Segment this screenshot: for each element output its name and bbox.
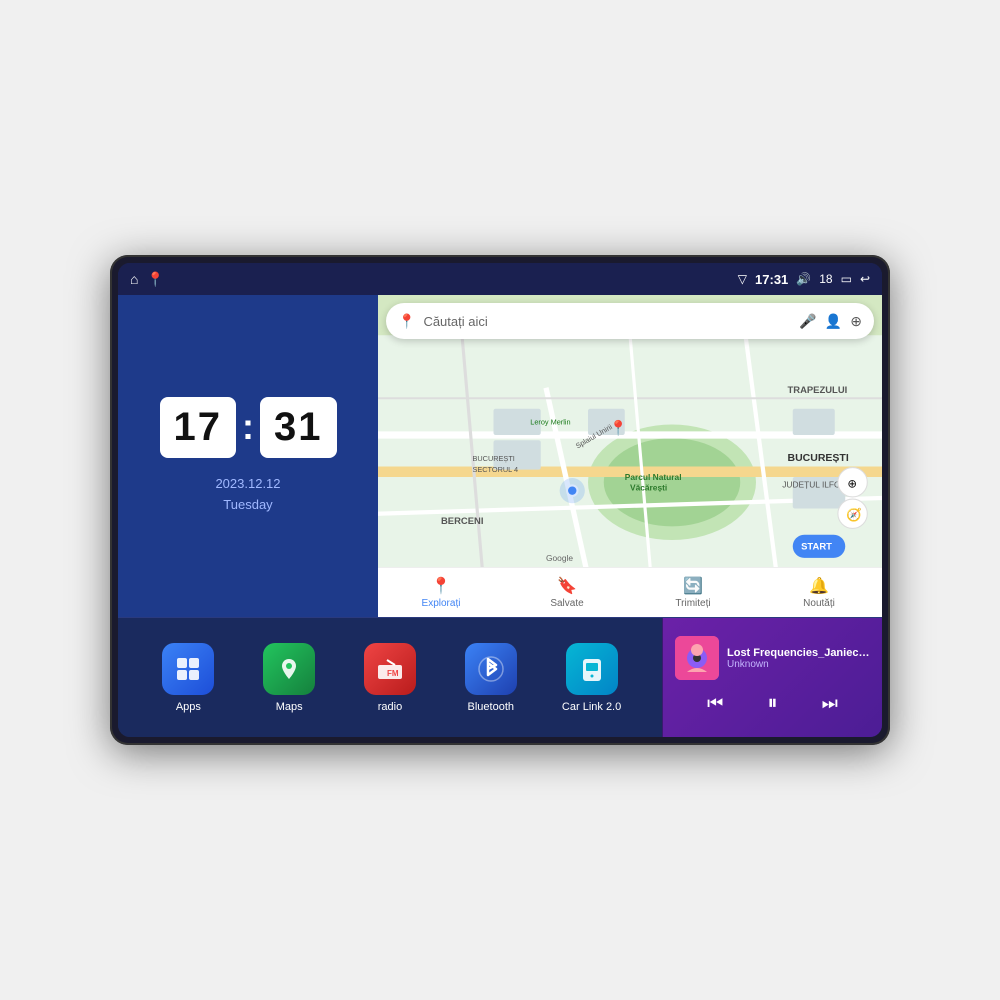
app-item-apps[interactable]: Apps [153, 643, 223, 713]
share-icon: 🔄 [683, 576, 703, 596]
saved-label: Salvate [550, 598, 583, 609]
map-nav-explore[interactable]: 📍 Explorați [378, 576, 504, 609]
app-item-radio[interactable]: FM radio [355, 643, 425, 713]
explore-icon: 📍 [431, 576, 451, 596]
map-nav-news[interactable]: 🔔 Noutăți [756, 576, 882, 609]
svg-text:Parcul Natural: Parcul Natural [625, 472, 682, 482]
share-label: Trimiteți [675, 598, 710, 609]
clock-minutes: 31 [260, 397, 337, 458]
svg-text:BUCUREȘTI: BUCUREȘTI [788, 452, 849, 464]
carlink-label: Car Link 2.0 [562, 701, 621, 713]
svg-text:BERCENI: BERCENI [441, 516, 483, 527]
bluetooth-label: Bluetooth [468, 701, 514, 713]
news-icon: 🔔 [809, 576, 829, 596]
maps-icon [263, 643, 315, 695]
prev-button[interactable]: ⏮ [699, 689, 731, 718]
play-pause-button[interactable]: ⏸ [759, 688, 785, 719]
car-display-device: ⌂ 📍 ▽ 17:31 🔊 18 ▭ ↩ 17 : [110, 255, 890, 745]
status-bar: ⌂ 📍 ▽ 17:31 🔊 18 ▭ ↩ [118, 263, 882, 295]
battery-icon: ▭ [841, 272, 852, 286]
svg-text:Văcărești: Văcărești [630, 483, 667, 493]
volume-icon: 🔊 [796, 272, 811, 286]
clock-hours: 17 [160, 397, 237, 458]
map-search-bar[interactable]: 📍 Căutați aici 🎤 👤 ⊕ [386, 303, 874, 339]
news-label: Noutăți [803, 598, 835, 609]
map-search-actions: 🎤 👤 ⊕ [799, 313, 862, 330]
saved-icon: 🔖 [557, 576, 577, 596]
bottom-section: Apps Maps [118, 617, 882, 737]
status-right-info: ▽ 17:31 🔊 18 ▭ ↩ [738, 272, 870, 287]
app-item-bluetooth[interactable]: Bluetooth [456, 643, 526, 713]
album-art [675, 636, 719, 680]
apps-icon [162, 643, 214, 695]
maps-label: Maps [276, 701, 303, 713]
svg-text:⊕: ⊕ [847, 479, 857, 491]
music-text: Lost Frequencies_Janieck Devy-... Unknow… [727, 647, 870, 670]
map-nav-saved[interactable]: 🔖 Salvate [504, 576, 630, 609]
map-pin-icon: 📍 [398, 313, 415, 330]
svg-text:Google: Google [546, 553, 573, 563]
svg-text:SECTORUL 4: SECTORUL 4 [473, 465, 519, 474]
status-left-icons: ⌂ 📍 [130, 271, 164, 288]
main-content: 17 : 31 2023.12.12 Tuesday [118, 295, 882, 737]
battery-level: 18 [819, 272, 832, 286]
svg-text:START: START [801, 541, 832, 552]
clock-widget: 17 : 31 2023.12.12 Tuesday [118, 295, 378, 617]
svg-text:🧭: 🧭 [846, 507, 862, 522]
screen: ⌂ 📍 ▽ 17:31 🔊 18 ▭ ↩ 17 : [118, 263, 882, 737]
map-search-placeholder: Căutați aici [423, 314, 791, 329]
apps-label: Apps [176, 701, 201, 713]
music-title: Lost Frequencies_Janieck Devy-... [727, 647, 870, 659]
back-icon[interactable]: ↩ [860, 272, 870, 286]
explore-label: Explorați [422, 598, 461, 609]
music-controls: ⏮ ⏸ ⏭ [675, 688, 870, 719]
status-time: 17:31 [755, 272, 788, 287]
map-widget: TRAPEZULUI BUCUREȘTI JUDEȚUL ILFOV BERCE… [378, 295, 882, 617]
maps-status-icon[interactable]: 📍 [146, 271, 163, 288]
map-nav-share[interactable]: 🔄 Trimiteți [630, 576, 756, 609]
signal-icon: ▽ [738, 272, 747, 286]
clock-colon: : [242, 406, 254, 448]
layers-icon[interactable]: ⊕ [850, 313, 862, 330]
clock-display: 17 : 31 [160, 397, 337, 458]
clock-day: Tuesday [215, 495, 280, 516]
bluetooth-icon [465, 643, 517, 695]
app-item-maps[interactable]: Maps [254, 643, 324, 713]
radio-label: radio [378, 701, 402, 713]
clock-date: 2023.12.12 Tuesday [215, 474, 280, 516]
app-grid: Apps Maps [118, 618, 662, 737]
mic-icon[interactable]: 🎤 [799, 313, 816, 330]
radio-icon: FM [364, 643, 416, 695]
svg-text:BUCUREȘTI: BUCUREȘTI [473, 454, 515, 463]
map-bottom-nav: 📍 Explorați 🔖 Salvate 🔄 Trimiteți � [378, 567, 882, 617]
app-item-carlink[interactable]: Car Link 2.0 [557, 643, 627, 713]
home-icon[interactable]: ⌂ [130, 271, 138, 287]
svg-text:TRAPEZULUI: TRAPEZULUI [788, 385, 848, 396]
top-section: 17 : 31 2023.12.12 Tuesday [118, 295, 882, 617]
account-icon[interactable]: 👤 [825, 313, 842, 330]
next-button[interactable]: ⏭ [814, 689, 846, 718]
svg-text:FM: FM [387, 669, 399, 678]
carlink-icon [566, 643, 618, 695]
svg-text:JUDEȚUL ILFOV: JUDEȚUL ILFOV [782, 480, 846, 490]
music-player: Lost Frequencies_Janieck Devy-... Unknow… [662, 618, 882, 737]
music-info: Lost Frequencies_Janieck Devy-... Unknow… [675, 636, 870, 680]
clock-date-value: 2023.12.12 [215, 474, 280, 495]
svg-text:Leroy Merlin: Leroy Merlin [530, 418, 570, 427]
music-artist: Unknown [727, 659, 870, 670]
